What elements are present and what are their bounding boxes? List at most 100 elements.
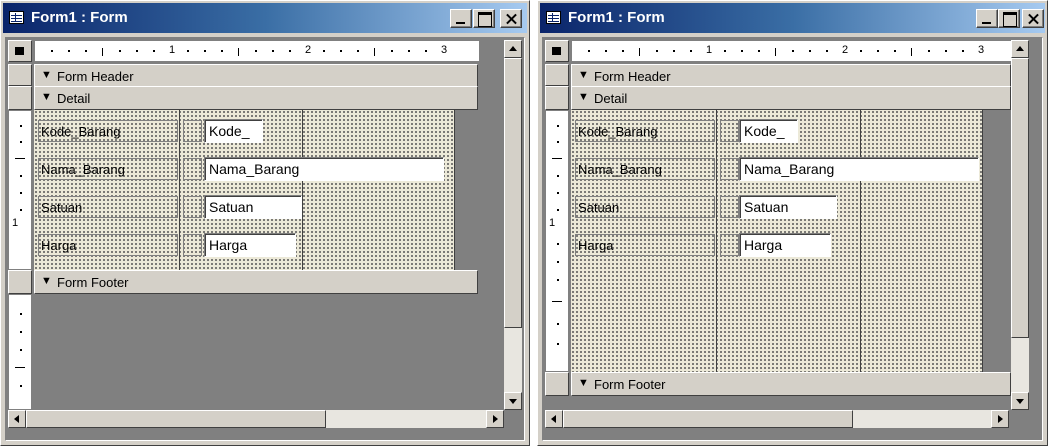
detail-section-selector[interactable] [545, 86, 569, 110]
section-title: Detail [57, 91, 91, 106]
design-surface: ▼ Form Header ▼ Detail Kode_Barang Kode_… [571, 64, 1011, 410]
title-bar[interactable]: Form1 : Form [3, 3, 527, 33]
horizontal-scrollbar[interactable] [8, 410, 504, 428]
move-handle[interactable] [183, 120, 202, 142]
vertical-ruler[interactable]: 1 [545, 110, 569, 372]
vertical-scrollbar[interactable] [1011, 40, 1029, 410]
form-selector[interactable] [8, 40, 32, 62]
close-button[interactable] [500, 9, 522, 28]
arrow-left-icon[interactable] [545, 410, 563, 428]
window-title: Form1 : Form [568, 9, 665, 26]
label-harga[interactable]: Harga [575, 234, 715, 256]
maximize-button[interactable] [473, 9, 495, 28]
section-title: Form Footer [57, 275, 129, 290]
form-design-icon [546, 11, 561, 24]
minimize-button[interactable] [976, 9, 998, 28]
horizontal-ruler[interactable]: 1 2 3 [34, 40, 480, 62]
ruler-label: 2 [305, 44, 312, 56]
minimize-button[interactable] [450, 9, 472, 28]
move-handle[interactable] [720, 120, 739, 142]
vertical-ruler-footer [8, 294, 32, 410]
label-satuan[interactable]: Satuan [38, 196, 178, 218]
section-title: Form Header [57, 69, 134, 84]
form-footer-bar[interactable]: ▼ Form Footer [571, 372, 1011, 396]
textbox-nama-barang[interactable]: Nama_Barang [739, 157, 979, 181]
textbox-harga[interactable]: Harga [204, 233, 296, 257]
label-nama-barang[interactable]: Nama_Barang [38, 158, 178, 180]
arrow-up-icon[interactable] [504, 40, 522, 58]
grid-line [302, 110, 303, 270]
move-handle[interactable] [720, 158, 739, 180]
section-arrow-icon: ▼ [41, 69, 52, 81]
arrow-down-icon[interactable] [504, 392, 522, 410]
section-title: Detail [594, 91, 628, 106]
detail-bar[interactable]: ▼ Detail [34, 86, 478, 110]
arrow-up-icon[interactable] [1011, 40, 1029, 58]
footer-section-selector[interactable] [8, 270, 32, 294]
arrow-right-icon[interactable] [486, 410, 504, 428]
ruler-label: 1 [169, 44, 176, 56]
footer-section-selector[interactable] [545, 372, 569, 396]
form-client-area: 1 2 3 1 ▼ Form Header ▼ Detail Kode_Bara… [542, 37, 1043, 441]
form-header-bar[interactable]: ▼ Form Header [34, 64, 478, 88]
scroll-thumb[interactable] [1011, 58, 1029, 338]
textbox-nama-barang[interactable]: Nama_Barang [204, 157, 444, 181]
maximize-button[interactable] [998, 9, 1020, 28]
section-arrow-icon: ▼ [578, 91, 589, 103]
form-header-bar[interactable]: ▼ Form Header [571, 64, 1011, 88]
scroll-thumb[interactable] [563, 410, 853, 428]
detail-section[interactable]: Kode_Barang Kode_ Nama_Barang Nama_Baran… [34, 110, 455, 270]
detail-bar[interactable]: ▼ Detail [571, 86, 1011, 110]
close-button[interactable] [1022, 9, 1044, 28]
move-handle[interactable] [720, 234, 739, 256]
window-title: Form1 : Form [31, 9, 128, 26]
form-design-window-right[interactable]: Form1 : Form 1 2 3 1 ▼ Form Header ▼ Det… [537, 0, 1048, 446]
scroll-thumb[interactable] [26, 410, 326, 428]
form-footer-bar[interactable]: ▼ Form Footer [34, 270, 478, 294]
detail-section[interactable]: Kode_Barang Kode_ Nama_Barang Nama_Baran… [571, 110, 983, 372]
ruler-label: 3 [441, 44, 448, 56]
arrow-left-icon[interactable] [8, 410, 26, 428]
vruler-label: 1 [12, 217, 19, 229]
form-client-area: 1 2 3 1 ▼ Form Header ▼ Detail Kode_Bara… [5, 37, 525, 441]
move-handle[interactable] [720, 196, 739, 218]
label-satuan[interactable]: Satuan [575, 196, 715, 218]
ruler-label: 2 [842, 44, 849, 56]
grid-line [716, 110, 717, 372]
textbox-harga[interactable]: Harga [739, 233, 831, 257]
detail-section-selector[interactable] [8, 86, 32, 110]
horizontal-ruler[interactable]: 1 2 3 [571, 40, 1016, 62]
design-surface: ▼ Form Header ▼ Detail Kode_Barang Kode_… [34, 64, 478, 412]
label-nama-barang[interactable]: Nama_Barang [575, 158, 715, 180]
title-bar[interactable]: Form1 : Form [540, 3, 1045, 33]
textbox-satuan[interactable]: Satuan [739, 195, 837, 219]
form-design-icon [9, 11, 24, 24]
form-selector[interactable] [545, 40, 569, 62]
section-arrow-icon: ▼ [578, 377, 589, 389]
vertical-scrollbar[interactable] [504, 40, 522, 410]
form-design-window-left[interactable]: Form1 : Form 1 2 3 1 ▼ Form Header ▼ Det… [0, 0, 530, 446]
ruler-label: 1 [706, 44, 713, 56]
move-handle[interactable] [183, 234, 202, 256]
textbox-kode[interactable]: Kode_ [739, 119, 798, 143]
textbox-kode[interactable]: Kode_ [204, 119, 263, 143]
header-section-selector[interactable] [8, 64, 32, 86]
arrow-right-icon[interactable] [991, 410, 1009, 428]
grid-line [860, 110, 861, 372]
vruler-label: 1 [549, 217, 556, 229]
header-section-selector[interactable] [545, 64, 569, 86]
move-handle[interactable] [183, 158, 202, 180]
section-title: Form Header [594, 69, 671, 84]
scroll-thumb[interactable] [504, 58, 522, 328]
arrow-down-icon[interactable] [1011, 392, 1029, 410]
grid-line [179, 110, 180, 270]
horizontal-scrollbar[interactable] [545, 410, 1009, 428]
section-title: Form Footer [594, 377, 666, 392]
vertical-ruler[interactable]: 1 [8, 110, 32, 270]
textbox-satuan[interactable]: Satuan [204, 195, 302, 219]
label-kode-barang[interactable]: Kode_Barang [575, 120, 715, 142]
section-arrow-icon: ▼ [41, 275, 52, 287]
move-handle[interactable] [183, 196, 202, 218]
label-harga[interactable]: Harga [38, 234, 178, 256]
label-kode-barang[interactable]: Kode_Barang [38, 120, 178, 142]
